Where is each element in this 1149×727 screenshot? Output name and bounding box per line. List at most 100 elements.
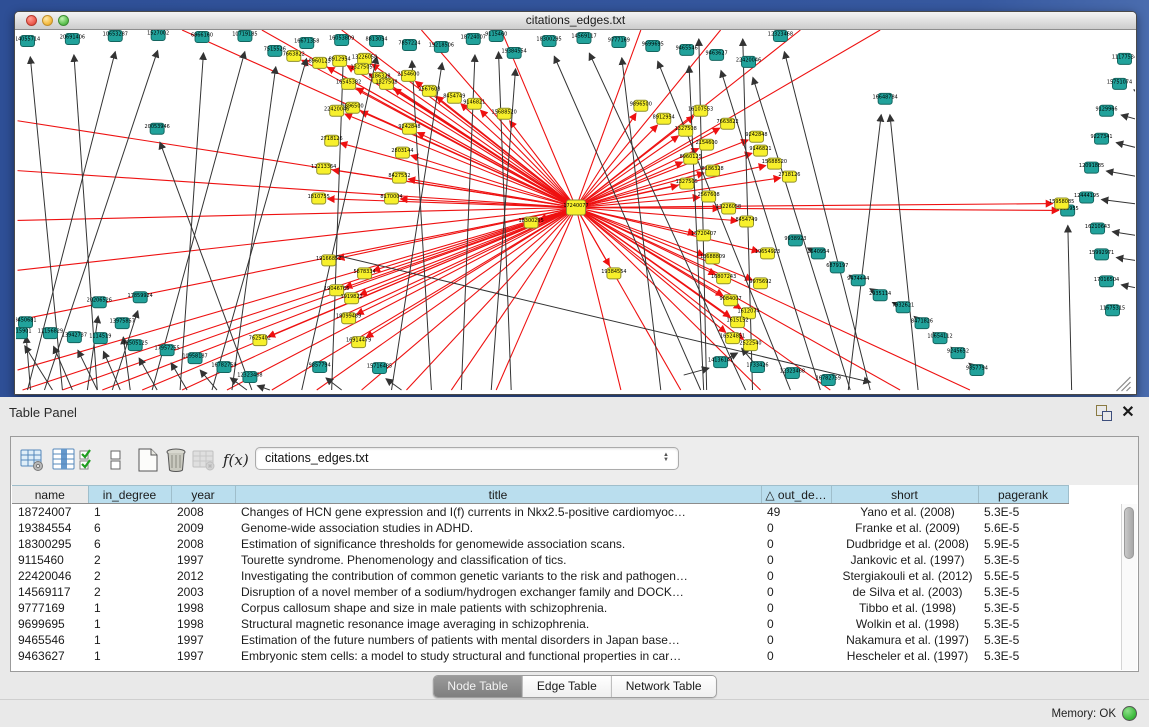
table-cell[interactable]: Genome-wide association studies in ADHD. xyxy=(235,520,761,536)
table-cell[interactable]: 6 xyxy=(88,536,171,552)
graph-node-yellow[interactable]: 2718126 xyxy=(778,171,800,182)
graph-node-teal[interactable]: 9227341 xyxy=(1090,133,1112,144)
table-cell[interactable]: Franke et al. (2009) xyxy=(831,520,978,536)
table-cell[interactable]: 9463627 xyxy=(12,648,88,664)
table-cell[interactable]: 0 xyxy=(761,584,831,600)
graph-node-yellow[interactable]: 16914479 xyxy=(346,337,371,348)
table-cell[interactable]: 1997 xyxy=(171,648,235,664)
table-cell[interactable]: Jankovic et al. (1997) xyxy=(831,552,978,568)
table-cell[interactable]: 0 xyxy=(761,632,831,648)
table-cell[interactable]: 5.9E-5 xyxy=(978,536,1068,552)
table-cell[interactable]: 22420046 xyxy=(12,568,88,584)
create-table-button[interactable] xyxy=(135,446,161,474)
table-cell[interactable]: 19384554 xyxy=(12,520,88,536)
graph-node-teal[interactable]: 9115460 xyxy=(485,30,507,41)
table-row[interactable]: 977716911998Corpus callosum shape and si… xyxy=(12,600,1068,616)
graph-node-teal[interactable]: 11177534 xyxy=(1112,53,1135,64)
graph-node-yellow[interactable]: 1810755 xyxy=(308,193,330,204)
table-cell[interactable]: 2008 xyxy=(171,504,235,520)
table-cell[interactable]: 0 xyxy=(761,552,831,568)
graph-node-yellow[interactable]: 19166852 xyxy=(316,255,341,266)
graph-node-teal[interactable]: 6966160 xyxy=(191,31,213,42)
table-cell[interactable]: 2009 xyxy=(171,520,235,536)
table-cell[interactable]: 2 xyxy=(88,552,171,568)
graph-node-teal[interactable]: 1640954 xyxy=(807,248,829,259)
close-window-icon[interactable] xyxy=(26,15,37,26)
network-canvas[interactable]: 1405571420691406106532871527002696616010… xyxy=(16,30,1135,393)
graph-node-yellow[interactable]: 2567608 xyxy=(698,191,720,202)
column-header[interactable]: in_degree xyxy=(88,486,171,504)
graph-node-yellow[interactable]: 1615152 xyxy=(726,317,748,328)
table-cell[interactable]: 5.3E-5 xyxy=(978,616,1068,632)
graph-node-yellow[interactable]: 16807243 xyxy=(711,273,736,284)
combo-stepper-icon[interactable]: ▲▼ xyxy=(660,449,672,469)
table-cell[interactable]: Corpus callosum shape and size in male p… xyxy=(235,600,761,616)
table-cell[interactable]: 18300295 xyxy=(12,536,88,552)
graph-node-yellow[interactable]: 16107553 xyxy=(688,105,713,116)
graph-node-teal[interactable]: 17957255 xyxy=(154,345,179,356)
scrollbar-thumb[interactable] xyxy=(1124,507,1134,559)
graph-node-yellow[interactable]: 1327508 xyxy=(675,125,697,136)
graph-node-teal[interactable]: 9245652 xyxy=(947,348,969,359)
table-row[interactable]: 1830029562008Estimation of significance … xyxy=(12,536,1068,552)
table-cell[interactable]: 1997 xyxy=(171,632,235,648)
table-cell[interactable]: 1 xyxy=(88,616,171,632)
table-cell[interactable]: Yano et al. (2008) xyxy=(831,504,978,520)
graph-node-teal[interactable]: 17859924 xyxy=(128,292,153,303)
graph-node-teal[interactable]: 13942737 xyxy=(62,332,87,343)
table-cell[interactable]: 1 xyxy=(88,648,171,664)
graph-node-teal[interactable]: 9699695 xyxy=(642,40,664,51)
table-row[interactable]: 2242004622012Investigating the contribut… xyxy=(12,568,1068,584)
graph-node-teal[interactable]: 18724007 xyxy=(461,33,486,44)
minimize-window-icon[interactable] xyxy=(42,15,53,26)
graph-node-teal[interactable]: 9129966 xyxy=(1095,105,1117,116)
table-cell[interactable]: 0 xyxy=(761,536,831,552)
graph-node-teal[interactable]: 19218506 xyxy=(429,41,454,52)
graph-node-teal[interactable]: 1733426 xyxy=(746,362,768,373)
function-builder-button[interactable]: f(x) xyxy=(223,446,253,474)
graph-node-yellow[interactable]: 9242848 xyxy=(398,123,420,134)
delete-table-button[interactable] xyxy=(163,446,189,474)
resize-grip[interactable] xyxy=(1117,377,1131,391)
node-table[interactable]: namein_degreeyeartitle△ out_de…shortpage… xyxy=(12,485,1069,664)
table-cell[interactable]: 5.3E-5 xyxy=(978,648,1068,664)
table-row[interactable]: 1872400712008Changes of HCN gene express… xyxy=(12,504,1068,520)
graph-node-yellow[interactable]: 19654923 xyxy=(755,248,780,259)
zoom-window-icon[interactable] xyxy=(58,15,69,26)
graph-node-yellow[interactable]: 2154600 xyxy=(696,139,718,150)
table-cell[interactable]: 5.3E-5 xyxy=(978,632,1068,648)
graph-node-yellow[interactable]: 13226058 xyxy=(716,203,741,214)
table-row[interactable]: 911546021997Tourette syndrome. Phenomeno… xyxy=(12,552,1068,568)
graph-node-yellow[interactable]: 8454749 xyxy=(735,216,757,227)
table-select-combo[interactable]: citations_edges.txt ▲▼ xyxy=(255,447,679,470)
table-cell[interactable]: 5.5E-5 xyxy=(978,568,1068,584)
graph-node-teal[interactable]: 12091885 xyxy=(1079,162,1104,173)
table-row[interactable]: 946362711997Embryonic stem cells: a mode… xyxy=(12,648,1068,664)
graph-node-yellow[interactable]: 19384554 xyxy=(601,268,626,279)
graph-node-teal[interactable]: 10653287 xyxy=(103,30,128,41)
tab-network-table[interactable]: Network Table xyxy=(612,676,716,697)
graph-node-yellow[interactable]: 17240077 xyxy=(563,200,588,215)
graph-node-teal[interactable]: 16210643 xyxy=(1085,223,1110,234)
table-cell[interactable]: 2 xyxy=(88,568,171,584)
table-cell[interactable]: 1 xyxy=(88,632,171,648)
graph-node-teal[interactable]: 6879197 xyxy=(826,262,848,273)
table-cell[interactable]: 1 xyxy=(88,504,171,520)
graph-node-teal[interactable]: 10719185 xyxy=(232,30,257,41)
graph-node-teal[interactable]: 8813054 xyxy=(365,35,387,46)
table-row[interactable]: 969969511998Structural magnetic resonanc… xyxy=(12,616,1068,632)
graph-node-teal[interactable]: 3915901 xyxy=(16,328,32,339)
table-cell[interactable]: Dudbridge et al. (2008) xyxy=(831,536,978,552)
table-cell[interactable]: 9777169 xyxy=(12,600,88,616)
table-row[interactable]: 1456911722003Disruption of a novel membe… xyxy=(12,584,1068,600)
column-header[interactable]: name xyxy=(12,486,88,504)
graph-node-teal[interactable]: 13975857 xyxy=(110,318,135,329)
graph-node-yellow[interactable]: 9084007 xyxy=(720,295,742,306)
table-cell[interactable]: 5.3E-5 xyxy=(978,600,1068,616)
table-cell[interactable]: 0 xyxy=(761,616,831,632)
graph-node-teal[interactable]: 17016504 xyxy=(1094,276,1119,287)
table-cell[interactable]: 9699695 xyxy=(12,616,88,632)
table-cell[interactable]: 18724007 xyxy=(12,504,88,520)
graph-node-teal[interactable]: 10654112 xyxy=(927,333,952,344)
graph-node-teal[interactable]: 18300295 xyxy=(536,35,561,46)
